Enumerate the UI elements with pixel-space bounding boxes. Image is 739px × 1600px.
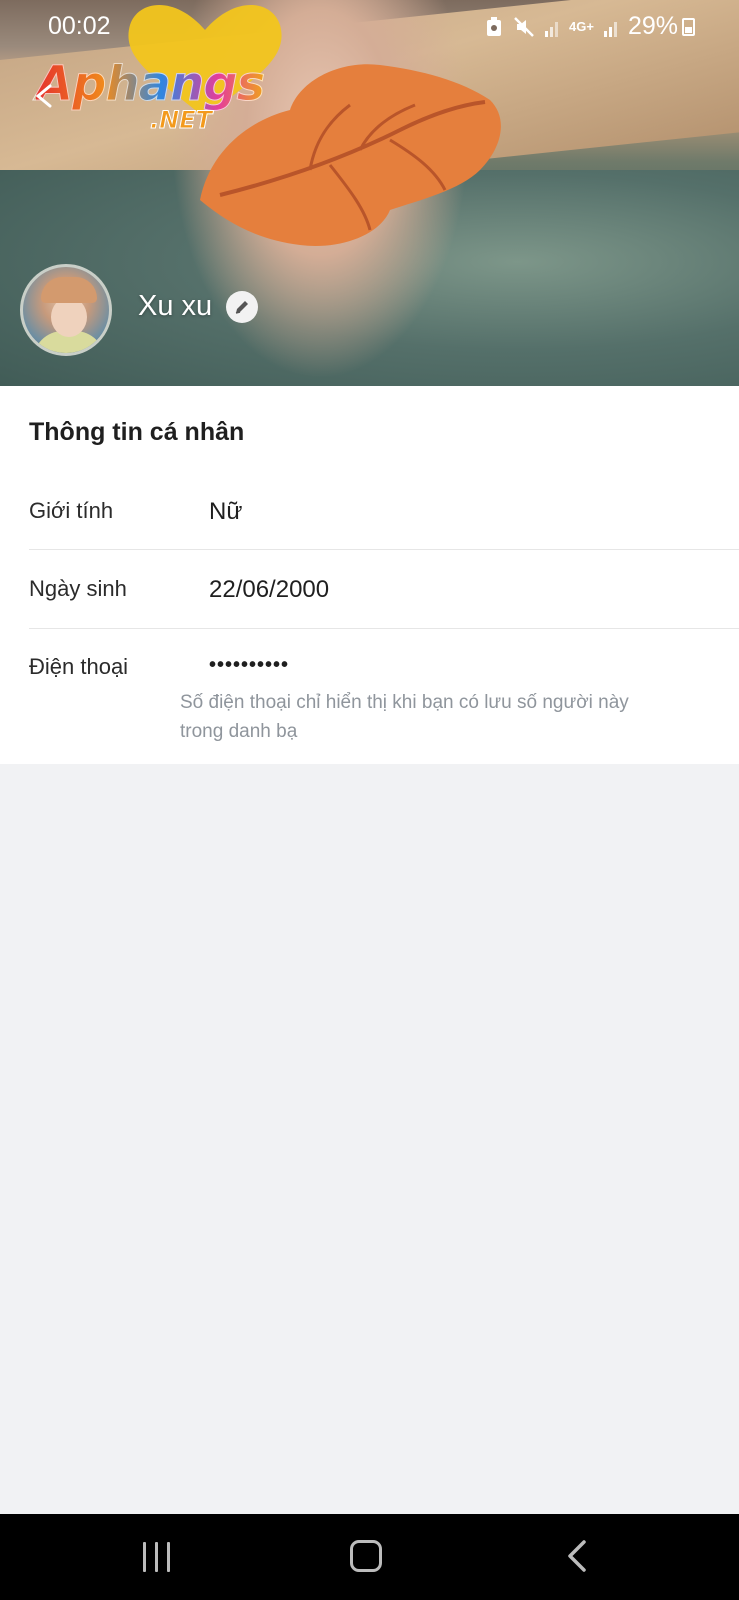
gender-value: Nữ	[209, 498, 243, 525]
avatar-face	[51, 297, 87, 337]
avatar[interactable]	[20, 264, 112, 356]
personal-info-card: Thông tin cá nhân Giới tính Nữ Ngày sinh…	[0, 386, 739, 764]
recents-icon-bar	[143, 1542, 146, 1572]
recents-icon-bar	[167, 1542, 170, 1572]
profile-name: Xu xu	[138, 290, 213, 322]
watermark-brand: Aphangs	[35, 56, 265, 113]
gender-label: Giới tính	[29, 498, 114, 523]
battery-icon	[682, 17, 695, 36]
section-title: Thông tin cá nhân	[29, 418, 245, 446]
network-type: 4G+	[569, 19, 594, 34]
watermark-suffix: .NET	[150, 106, 213, 135]
recents-icon-bar	[155, 1542, 158, 1572]
cover-photo[interactable]: Aphangs .NET 00:02 4G+ 29% Xu xu	[0, 0, 739, 386]
system-nav-bar	[0, 1514, 739, 1600]
home-button[interactable]	[350, 1540, 382, 1572]
status-bar: 00:02 4G+ 29%	[0, 0, 739, 56]
battery-percent: 29%	[627, 12, 678, 40]
recents-button[interactable]	[143, 1542, 177, 1572]
status-time: 00:02	[48, 12, 111, 40]
phone-visibility-note: Số điện thoại chỉ hiển thị khi bạn có lư…	[180, 692, 629, 742]
status-icons: 4G+ 29%	[485, 12, 695, 41]
phone-value: ••••••••••	[209, 654, 290, 676]
phone-label: Điện thoại	[29, 654, 129, 679]
signal-icon	[603, 21, 617, 37]
system-back-button[interactable]	[558, 1536, 598, 1576]
chevron-left-icon	[568, 1540, 586, 1572]
birthday-label: Ngày sinh	[29, 576, 127, 601]
signal-icon	[545, 21, 559, 37]
divider	[29, 628, 739, 629]
avatar-cap	[41, 277, 97, 303]
pencil-icon	[235, 300, 249, 314]
birthday-value: 22/06/2000	[209, 576, 330, 603]
divider	[29, 549, 739, 550]
back-arrow-icon	[35, 84, 52, 108]
screenshot-icon	[487, 16, 502, 36]
back-button[interactable]	[32, 82, 64, 114]
edit-name-button[interactable]	[226, 290, 259, 323]
profile-name-row: Xu xu	[138, 290, 259, 323]
mute-icon	[514, 16, 534, 37]
battery-indicator: 29%	[628, 12, 695, 41]
